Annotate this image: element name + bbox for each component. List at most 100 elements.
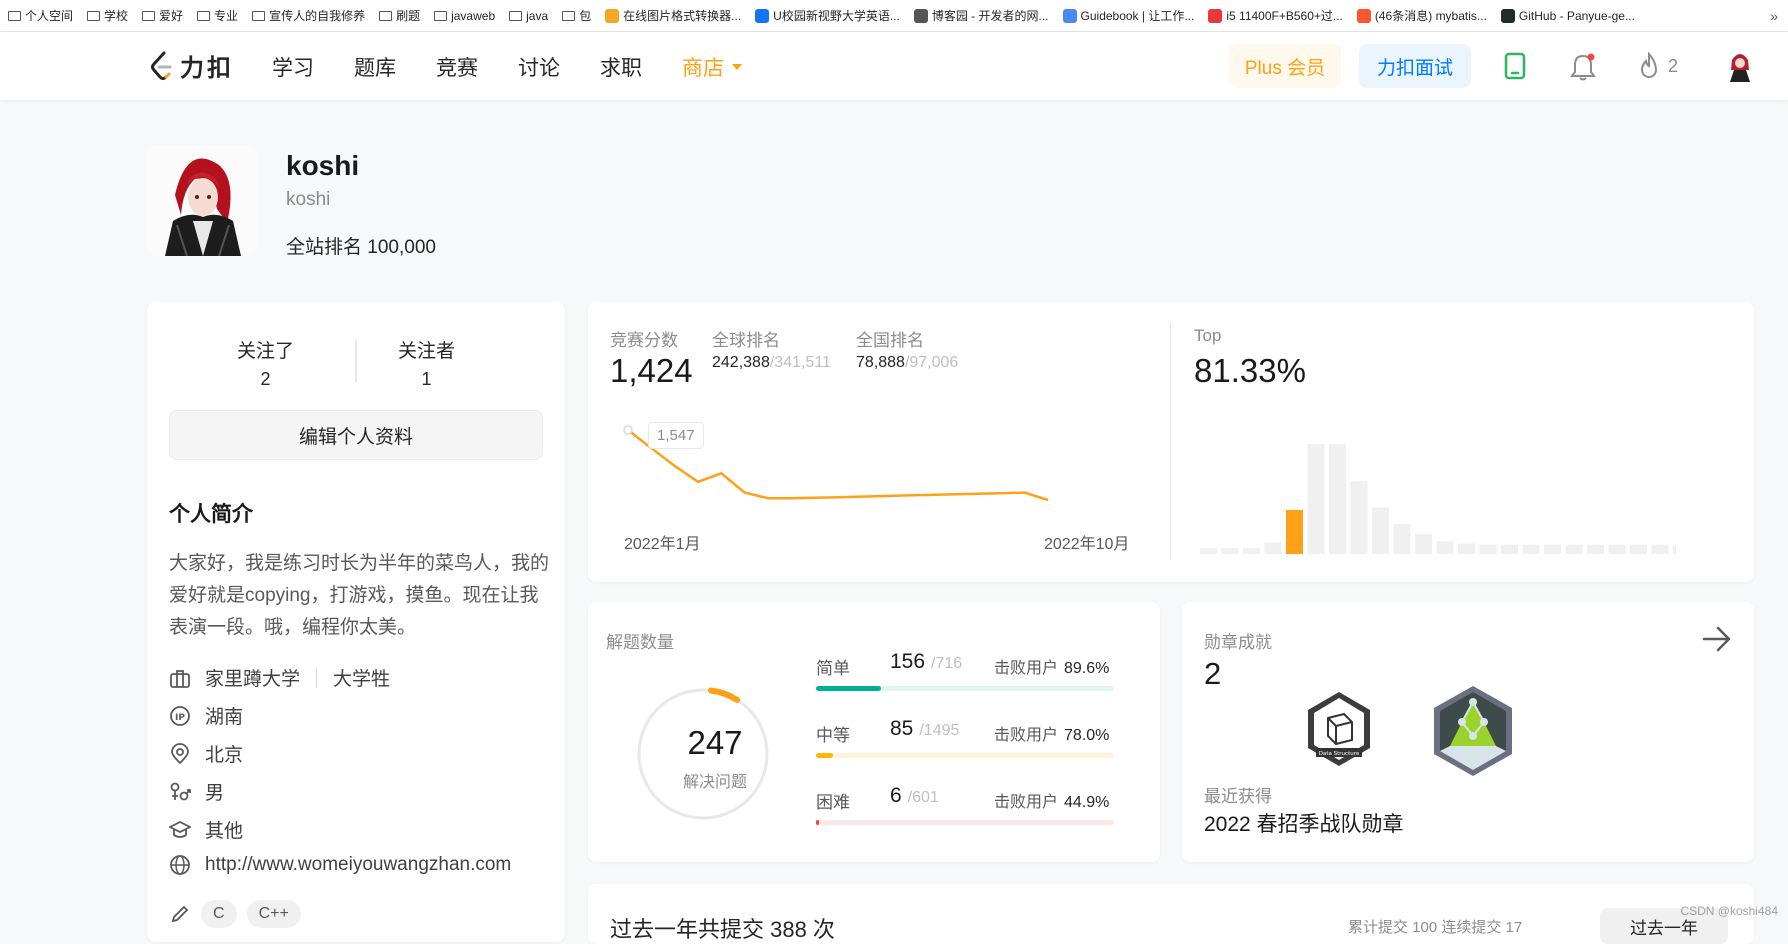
ip-location: 湖南 xyxy=(205,707,244,728)
bookmark-item[interactable]: 博客园 - 开发者的网... xyxy=(913,7,1049,24)
bookmark-item[interactable]: 学校 xyxy=(87,7,128,24)
following-count: 2 xyxy=(260,369,271,389)
distribution-bar[interactable] xyxy=(1479,544,1497,554)
data-structure-badge[interactable]: Data Structure xyxy=(1304,690,1374,770)
bookmark-item[interactable]: GitHub - Panyue-ge... xyxy=(1500,8,1635,23)
distribution-bar[interactable] xyxy=(1372,507,1389,554)
bookmark-item[interactable]: 包 xyxy=(562,7,591,24)
bookmark-label: java xyxy=(526,8,549,23)
nav-discuss[interactable]: 讨论 xyxy=(518,52,560,82)
bookmark-item[interactable]: (46条消息) mybatis... xyxy=(1356,7,1487,24)
bookmark-item[interactable]: 刷题 xyxy=(379,7,420,24)
bookmark-item[interactable]: 个人空间 xyxy=(8,7,73,24)
avatar-image xyxy=(147,145,257,256)
badge-title: 勋章成就 xyxy=(1204,633,1272,652)
contest-card: 竞赛分数 1,424 全球排名 242,388/341,511 全国排名 78,… xyxy=(588,302,1754,582)
nav-learn[interactable]: 学习 xyxy=(272,52,314,82)
bookmark-item[interactable]: java xyxy=(509,9,548,23)
distribution-bar[interactable] xyxy=(1651,544,1669,554)
mobile-icon[interactable] xyxy=(1504,52,1526,80)
distribution-bar[interactable] xyxy=(1286,510,1303,554)
followers-label: 关注者 xyxy=(398,341,456,362)
distribution-bar[interactable] xyxy=(1200,548,1217,554)
hard-count: 6/601 xyxy=(890,784,939,808)
arrow-right-icon[interactable] xyxy=(1702,626,1732,652)
distribution-bar[interactable] xyxy=(1329,444,1346,554)
bell-icon[interactable] xyxy=(1569,52,1597,82)
caret-down-icon xyxy=(732,64,742,70)
spring-recruit-badge[interactable] xyxy=(1430,684,1516,778)
bookmark-item[interactable]: Guidebook | 让工作... xyxy=(1062,7,1194,24)
distribution-bar[interactable] xyxy=(1436,541,1454,554)
distribution-bar[interactable] xyxy=(1608,544,1626,554)
distribution-bar[interactable] xyxy=(1415,534,1432,554)
bookmark-item[interactable]: 爱好 xyxy=(142,7,183,24)
submission-title: 过去一年共提交 388 次 xyxy=(610,917,835,942)
distribution-bar[interactable] xyxy=(1307,444,1325,554)
distribution-bar[interactable] xyxy=(1264,542,1282,554)
distribution-bar[interactable] xyxy=(1673,544,1676,554)
bookmark-item[interactable]: i5 11400F+B560+过... xyxy=(1208,7,1343,24)
national-rank-value: 78,888 xyxy=(856,354,905,371)
distribution-bar[interactable] xyxy=(1565,544,1583,554)
image-converter-icon xyxy=(605,8,620,23)
distribution-bar-chart[interactable] xyxy=(1200,432,1676,554)
edit-profile-button[interactable]: 编辑个人资料 xyxy=(169,410,543,460)
nav-store-label: 商店 xyxy=(682,57,724,80)
bookmark-item[interactable]: javaweb xyxy=(434,9,495,23)
briefcase-icon xyxy=(170,669,190,688)
easy-progress-fill xyxy=(816,686,881,691)
rank-label: 全站排名 xyxy=(286,237,363,258)
nav-contest[interactable]: 竞赛 xyxy=(436,52,478,82)
distribution-bar[interactable] xyxy=(1587,544,1604,554)
avatar-small[interactable] xyxy=(1726,48,1754,82)
nav-jobs[interactable]: 求职 xyxy=(600,52,642,82)
follow-divider xyxy=(355,340,357,382)
avatar[interactable] xyxy=(147,145,257,256)
distribution-bar[interactable] xyxy=(1393,523,1411,554)
rating-point-highlight[interactable] xyxy=(623,425,633,435)
logo-text: 力扣 xyxy=(180,55,234,82)
bookmark-item[interactable]: U校园新视野大学英语... xyxy=(755,7,900,24)
distribution-bar[interactable] xyxy=(1458,543,1475,554)
hard-label: 困难 xyxy=(816,793,850,812)
easy-progress-track xyxy=(816,686,1114,691)
folder-icon xyxy=(379,10,393,21)
bookmark-item[interactable]: 在线图片格式转换器... xyxy=(605,7,741,24)
followers-stat[interactable]: 关注者 1 xyxy=(398,336,455,390)
distribution-bar[interactable] xyxy=(1243,548,1260,554)
interview-button[interactable]: 力扣面试 xyxy=(1359,44,1471,88)
bookmark-item[interactable]: 专业 xyxy=(197,7,238,24)
location-row: 北京 xyxy=(169,740,243,767)
ip-row: IP 湖南 xyxy=(169,702,243,729)
plus-member-button[interactable]: Plus 会员 xyxy=(1229,44,1341,88)
profile-name: koshi xyxy=(286,150,360,181)
bookmarks-overflow-icon[interactable]: » xyxy=(1770,8,1778,24)
distribution-bar[interactable] xyxy=(1501,544,1518,554)
bookmark-label: i5 11400F+B560+过... xyxy=(1226,9,1343,23)
distribution-bar[interactable] xyxy=(1221,548,1239,554)
contest-score: 1,424 xyxy=(610,352,693,389)
bio-title: 个人简介 xyxy=(169,503,253,526)
folder-icon xyxy=(87,10,101,21)
solved-title: 解题数量 xyxy=(606,633,674,652)
distribution-bar[interactable] xyxy=(1630,544,1647,554)
leetcode-logo[interactable]: 力扣 xyxy=(150,48,234,83)
nav-store[interactable]: 商店 xyxy=(682,52,742,82)
bookmarks-bar: 个人空间 学校 爱好 专业 宣传人的自我修养 刷题 javaweb java 包 在线图片格式转换… xyxy=(0,0,1788,32)
easy-beat-value: 89.6% xyxy=(1064,660,1110,677)
top-nav: 力扣 学习 题库 竞赛 讨论 求职 商店 Plus 会员 力扣面试 2 xyxy=(0,32,1788,100)
nav-problems[interactable]: 题库 xyxy=(354,52,396,82)
fire-icon[interactable] xyxy=(1636,52,1662,82)
medium-label: 中等 xyxy=(816,726,850,745)
following-stat[interactable]: 关注了 2 xyxy=(237,336,294,390)
website-link[interactable]: http://www.womeiyouwangzhan.com xyxy=(205,854,511,876)
badge-card: 勋章成就 2 Data Structure 最近获得 2022 春招季战队勋章 xyxy=(1182,602,1754,862)
distribution-bar[interactable] xyxy=(1522,544,1540,554)
submission-card: 过去一年共提交 388 次 累计提交 100 连续提交 17 过去一年 xyxy=(588,884,1754,944)
bookmark-item[interactable]: 宣传人的自我修养 xyxy=(252,7,365,24)
location-name: 北京 xyxy=(205,745,244,766)
distribution-bar[interactable] xyxy=(1544,544,1561,554)
distribution-bar[interactable] xyxy=(1350,481,1368,554)
followers-count: 1 xyxy=(421,369,432,389)
